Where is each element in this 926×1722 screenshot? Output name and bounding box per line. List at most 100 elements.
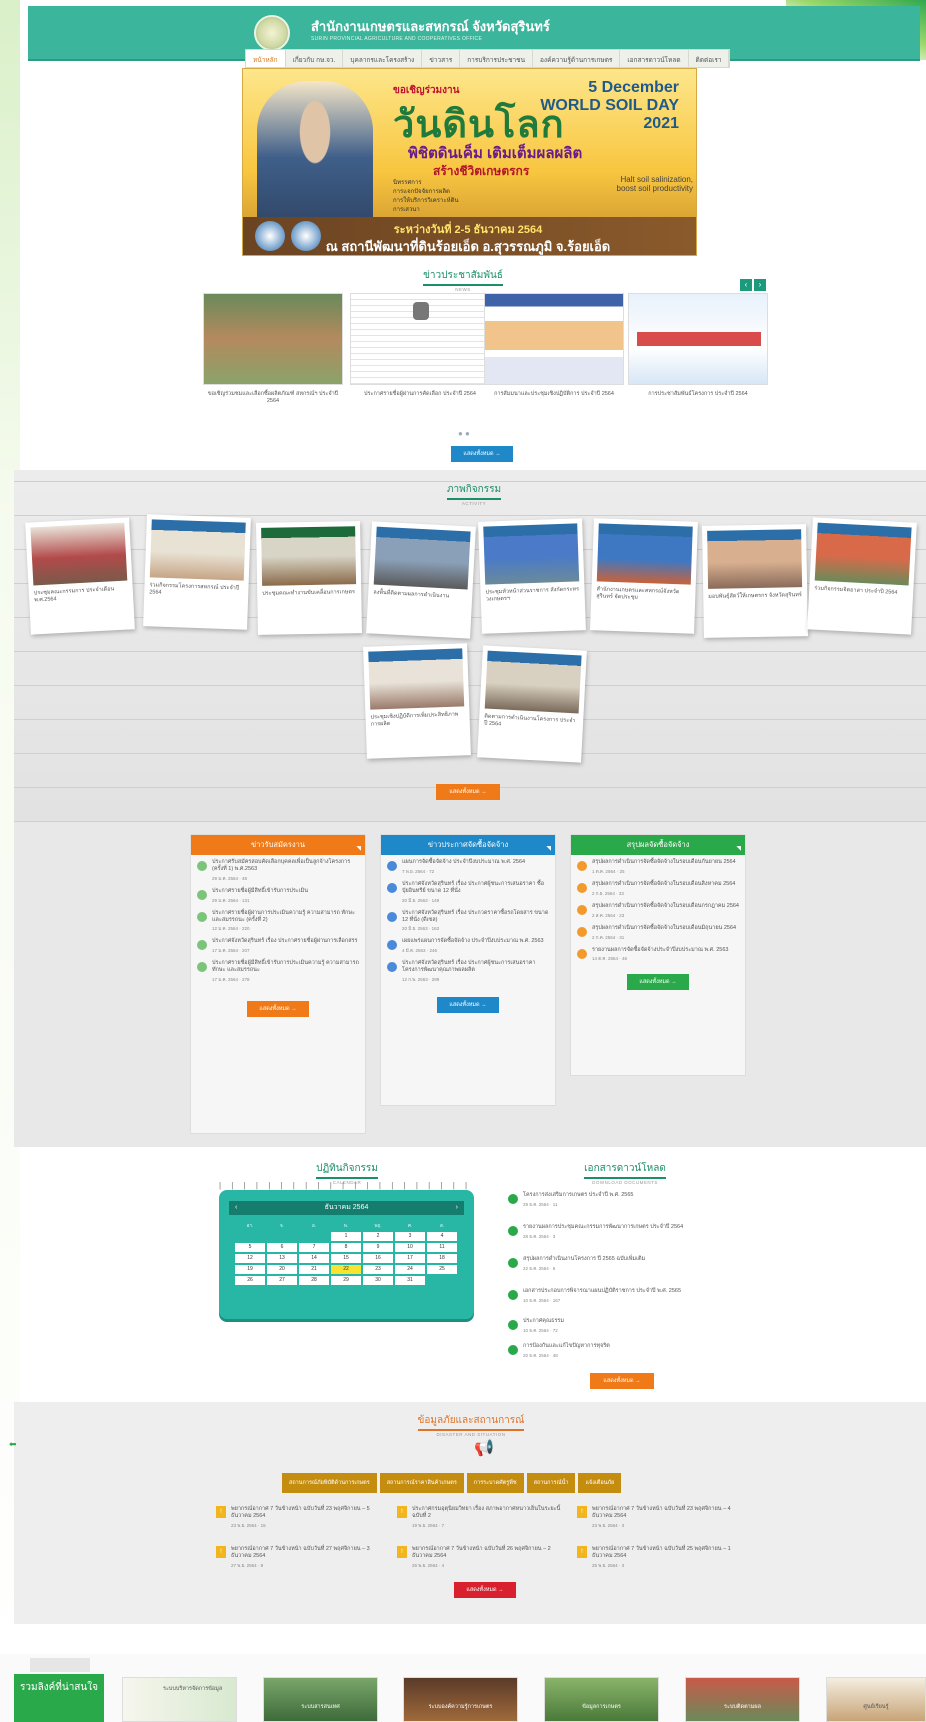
summary-more-button[interactable]: แสดงทั้งหมด → <box>627 974 689 991</box>
nav-item-staff[interactable]: บุคลากรและโครงสร้าง <box>343 50 423 67</box>
calendar-day[interactable]: 27 <box>267 1276 297 1285</box>
list-item[interactable]: ประกาศรับสมัครสอบคัดเลือกบุคคลเพื่อเป็นล… <box>191 855 365 884</box>
list-item[interactable]: ประกาศรายชื่อผู้มีสิทธิ์เข้ารับการประเมิ… <box>191 956 365 985</box>
calendar-day[interactable]: 9 <box>363 1243 393 1252</box>
news-card[interactable]: ประกาศรายชื่อผู้ผ่านการคัดเลือก ประจำปี … <box>350 293 490 398</box>
calendar-day[interactable]: 30 <box>363 1276 393 1285</box>
list-item[interactable]: ประกาศจังหวัดสุรินทร์ เรื่อง ประกาศผู้ชน… <box>381 877 555 906</box>
situation-item[interactable]: ! พยากรณ์อากาศ 7 วันข้างหน้า ฉบับวันที่ 2… <box>216 1546 391 1569</box>
list-item[interactable]: แผนการจัดซื้อจัดจ้าง ประจำปีงบประมาณ พ.ศ… <box>381 855 555 877</box>
calendar-day[interactable]: 11 <box>427 1243 457 1252</box>
list-item[interactable]: สรุปผลการดำเนินการจัดซื้อจัดจ้างในรอบเดื… <box>571 899 745 921</box>
nav-item-knowledge[interactable]: องค์ความรู้ด้านการเกษตร <box>533 50 621 67</box>
document-item[interactable]: การป้องกันและแก้ไขปัญหาการทุจริต 20 ธ.ค. … <box>508 1343 768 1359</box>
calendar-day[interactable]: 8 <box>331 1243 361 1252</box>
calendar-day[interactable]: 28 <box>299 1276 329 1285</box>
activity-photo-card[interactable]: มอบพันธุ์สัตว์ให้เกษตรกร จังหวัดสุรินทร์ <box>702 524 808 638</box>
nav-item-about[interactable]: เกี่ยวกับ กษ.จว. <box>286 50 344 67</box>
link-card[interactable]: ระบบติดตามผล <box>685 1677 800 1722</box>
activity-more-button[interactable]: แสดงทั้งหมด → <box>436 784 500 800</box>
situation-more-button[interactable]: แสดงทั้งหมด → <box>454 1582 516 1598</box>
list-item[interactable]: ประกาศรายชื่อผู้ผ่านการประเมินความรู้ คว… <box>191 906 365 935</box>
nav-item-contact[interactable]: ติดต่อเรา <box>689 50 730 67</box>
list-item[interactable]: สรุปผลการดำเนินการจัดซื้อจัดจ้างในรอบเดื… <box>571 855 745 877</box>
calendar-day[interactable]: 22 <box>331 1265 361 1274</box>
news-card[interactable]: การสัมมนาและประชุมเชิงปฏิบัติการ ประจำปี… <box>484 293 624 398</box>
link-card[interactable]: ระบบสารสนเทศ <box>263 1677 378 1722</box>
news-card[interactable]: การประชาสัมพันธ์โครงการ ประจำปี 2564 <box>628 293 768 398</box>
calendar-day[interactable]: 15 <box>331 1254 361 1263</box>
link-card[interactable]: ข้อมูลการเกษตร <box>544 1677 659 1722</box>
calendar-day[interactable]: 20 <box>267 1265 297 1274</box>
activity-photo-card[interactable]: ร่วมกิจกรรมจิตอาสา ประจำปี 2564 <box>807 517 917 635</box>
calendar-day[interactable]: 1 <box>331 1232 361 1241</box>
calendar-day[interactable]: 21 <box>299 1265 329 1274</box>
hero-banner[interactable]: ขอเชิญร่วมงาน วันดินโลก พิชิตดินเค็ม เติ… <box>242 68 697 256</box>
calendar-day[interactable]: 2 <box>363 1232 393 1241</box>
job-more-button[interactable]: แสดงทั้งหมด → <box>247 1001 309 1017</box>
activity-photo-card[interactable]: ร่วมกิจกรรมโครงการสหกรณ์ ประจำปี 2564 <box>143 514 251 630</box>
list-item[interactable]: สรุปผลการดำเนินการจัดซื้อจัดจ้างในรอบเดื… <box>571 921 745 943</box>
link-card[interactable]: ระบบองค์ความรู้การเกษตร <box>403 1677 518 1722</box>
calendar-day[interactable]: 4 <box>427 1232 457 1241</box>
chevron-left-icon[interactable]: ‹ <box>740 279 752 291</box>
calendar-day[interactable]: 14 <box>299 1254 329 1263</box>
situation-item[interactable]: ! พยากรณ์อากาศ 7 วันข้างหน้า ฉบับวันที่ 2… <box>577 1546 752 1569</box>
tab-pests[interactable]: การระบาดศัตรูพืช <box>466 1473 524 1493</box>
nav-item-services[interactable]: การบริการประชาชน <box>460 50 534 67</box>
situation-item[interactable]: ! ประกาศกรมอุตุนิยมวิทยา เรื่อง สภาพอากาศ… <box>397 1506 572 1529</box>
activity-photo-card[interactable]: ติดตามการดำเนินงานโครงการ ประจำปี 2564 <box>477 645 587 763</box>
calendar-day[interactable]: 7 <box>299 1243 329 1252</box>
calendar-day[interactable]: 3 <box>395 1232 425 1241</box>
situation-item[interactable]: ! พยากรณ์อากาศ 7 วันข้างหน้า ฉบับวันที่ 2… <box>397 1546 572 1569</box>
activity-photo-card[interactable]: ประชุมคณะกรรมการ ประจำเดือน พ.ศ.2564 <box>25 517 135 635</box>
nav-item-news[interactable]: ข่าวสาร <box>422 50 461 67</box>
tab-water[interactable]: สถานการณ์น้ำ <box>526 1473 576 1493</box>
activity-photo-card[interactable]: ประชุมเชิงปฏิบัติการเพิ่มประสิทธิภาพการผ… <box>363 643 471 759</box>
calendar-day[interactable]: 12 <box>235 1254 265 1263</box>
site-logo[interactable] <box>254 15 290 51</box>
activity-photo-card[interactable]: ประชุมคณะทำงานขับเคลื่อนการเกษตร <box>256 521 362 635</box>
list-item[interactable]: สรุปผลการดำเนินการจัดซื้อจัดจ้างในรอบเดื… <box>571 877 745 899</box>
calendar-day[interactable]: 19 <box>235 1265 265 1274</box>
calendar-day[interactable]: 5 <box>235 1243 265 1252</box>
document-item[interactable]: รายงานผลการประชุมคณะกรรมการพัฒนาการเกษตร… <box>508 1224 768 1240</box>
chevron-left-icon[interactable]: ‹ <box>235 1201 237 1215</box>
tab-alerts[interactable]: แจ้งเตือนภัย <box>578 1473 622 1493</box>
calendar-day[interactable]: 26 <box>235 1276 265 1285</box>
nav-item-downloads[interactable]: เอกสารดาวน์โหลด <box>620 50 689 67</box>
link-card[interactable]: ศูนย์เรียนรู้ <box>826 1677 926 1722</box>
list-item[interactable]: เผยแพร่แผนการจัดซื้อจัดจ้าง ประจำปีงบประ… <box>381 934 555 956</box>
list-item[interactable]: ประกาศจังหวัดสุรินทร์ เรื่อง ประกาศผู้ชน… <box>381 956 555 985</box>
calendar-day[interactable]: 17 <box>395 1254 425 1263</box>
chevron-right-icon[interactable]: › <box>456 1201 458 1215</box>
list-item[interactable]: ประกาศจังหวัดสุรินทร์ เรื่อง ประกวดราคาซ… <box>381 906 555 935</box>
activity-photo-card[interactable]: ลงพื้นที่ติดตามผลการดำเนินงาน <box>366 521 476 639</box>
chevron-right-icon[interactable]: › <box>754 279 766 291</box>
calendar-day[interactable]: 18 <box>427 1254 457 1263</box>
activity-photo-card[interactable]: สำนักงานเกษตรและสหกรณ์จังหวัดสุรินทร์ จั… <box>590 518 698 634</box>
calendar-day[interactable]: 23 <box>363 1265 393 1274</box>
calendar-day[interactable]: 6 <box>267 1243 297 1252</box>
document-item[interactable]: เอกสารประกอบการพิจารณาแผนปฏิบัติราชการ ป… <box>508 1288 768 1304</box>
arrow-left-icon[interactable]: ⬅ <box>9 1439 17 1450</box>
calendar-day[interactable]: 31 <box>395 1276 425 1285</box>
activity-photo-card[interactable]: ประชุมหัวหน้าส่วนราชการ สังกัดกระทรวงเกษ… <box>478 518 586 634</box>
documents-more-button[interactable]: แสดงทั้งหมด → <box>590 1373 654 1389</box>
tab-prices[interactable]: สถานการณ์ราคาสินค้าเกษตร <box>379 1473 464 1493</box>
calendar-day[interactable]: 24 <box>395 1265 425 1274</box>
situation-item[interactable]: ! พยากรณ์อากาศ 7 วันข้างหน้า ฉบับวันที่ 2… <box>577 1506 752 1529</box>
link-card[interactable]: ระบบบริหารจัดการข้อมูล <box>122 1677 237 1722</box>
news-card[interactable]: ขอเชิญร่วมชมและเลือกซื้อผลิตภัณฑ์ สหกรณ์… <box>203 293 343 405</box>
calendar-day[interactable]: 13 <box>267 1254 297 1263</box>
list-item[interactable]: ประกาศจังหวัดสุรินทร์ เรื่อง ประกาศรายชื… <box>191 934 365 956</box>
procurement-more-button[interactable]: แสดงทั้งหมด → <box>437 997 499 1013</box>
tab-disaster[interactable]: สถานการณ์ภัยพิบัติด้านการเกษตร <box>282 1473 377 1493</box>
document-item[interactable]: ประกาศคุณธรรม 10 ธ.ค. 2564 · 72 <box>508 1318 768 1334</box>
calendar-day[interactable]: 16 <box>363 1254 393 1263</box>
calendar-day[interactable]: 29 <box>331 1276 361 1285</box>
calendar-day[interactable]: 10 <box>395 1243 425 1252</box>
document-item[interactable]: โครงการส่งเสริมการเกษตร ประจำปี พ.ศ. 256… <box>508 1192 768 1208</box>
list-item[interactable]: รายงานผลการจัดซื้อจัดจ้างประจำปีงบประมาณ… <box>571 943 745 965</box>
document-item[interactable]: สรุปผลการดำเนินงานโครงการ ปี 2565 ฉบับเพ… <box>508 1256 768 1272</box>
